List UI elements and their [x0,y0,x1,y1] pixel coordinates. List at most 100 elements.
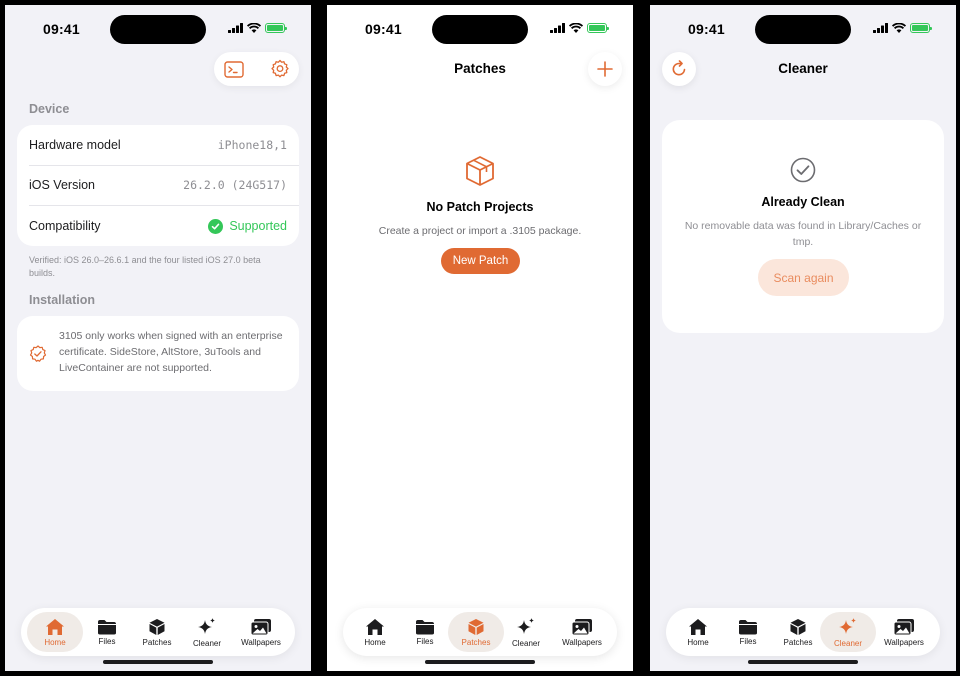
tab-label: Patches [461,637,491,647]
cleaner-status-card: Already Clean No removable data was foun… [662,120,944,333]
house-icon [366,618,384,635]
house-icon [46,618,64,635]
battery-icon [910,23,932,33]
wifi-icon [247,23,261,33]
tab-label: Files [739,636,757,646]
home-indicator [748,660,858,664]
device-card: Hardware model iPhone18,1 iOS Version 26… [17,125,299,246]
tab-files[interactable]: Files [79,612,135,652]
status-time: 09:41 [688,21,725,37]
tab-wallpapers[interactable]: Wallpapers [876,612,932,652]
tab-label: Wallpapers [884,637,924,647]
home-screen: 09:41 Device Hardware model iPhone18,1 i… [5,5,311,671]
check-circle-icon [790,157,816,183]
page-title: Cleaner [778,61,828,76]
empty-state-subtitle: Create a project or import a .3105 packa… [378,225,582,237]
row-label: Compatibility [29,219,101,233]
tab-patches[interactable]: Patches [770,612,826,652]
tab-label: Cleaner [511,638,540,648]
tab-label: Cleaner [833,638,862,648]
photos-icon [250,618,271,635]
status-text: No removable data was found in Library/C… [684,220,922,248]
status-time: 09:41 [365,21,402,37]
folder-icon [98,619,116,634]
tab-label: Patches [783,637,813,647]
tab-files[interactable]: Files [720,612,776,652]
battery-icon [265,23,287,33]
tab-cleaner[interactable]: Cleaner [179,612,235,652]
new-patch-button[interactable]: New Patch [441,248,520,274]
settings-button[interactable] [269,58,291,80]
verified-note: Verified: iOS 26.0–26.6.1 and the four l… [29,255,261,278]
home-toolbar [214,52,299,86]
status-title: Already Clean [761,195,845,209]
tab-label: Files [98,636,116,646]
box-icon [468,618,484,635]
terminal-button[interactable] [223,58,245,80]
photos-icon [893,618,914,635]
cleaner-screen: 09:41 Cleaner Already Clean No removable… [650,5,956,671]
status-icons [873,23,932,33]
plus-icon [597,61,613,77]
wifi-icon [892,23,906,33]
status-badge: Supported [208,218,287,234]
sparkles-icon [517,617,534,634]
scan-again-button[interactable]: Scan again [758,259,849,296]
empty-state-title: No Patch Projects [426,200,534,214]
sparkles-icon [198,617,215,634]
dynamic-island [432,15,528,44]
tab-files[interactable]: Files [397,612,453,652]
tab-bar: Home Files Patches Cleaner Wallpapers [666,608,940,656]
tab-patches[interactable]: Patches [129,612,185,652]
tab-home[interactable]: Home [670,612,726,652]
status-bar: 09:41 [5,5,311,51]
tab-home[interactable]: Home [347,612,403,652]
installation-section-title: Installation [29,293,95,307]
row-label: Hardware model [29,138,121,152]
tab-cleaner[interactable]: Cleaner [820,612,876,652]
patches-screen: 09:41 Patches No Patch Projects Create a… [327,5,633,671]
ios-version-row: iOS Version 26.2.0 (24G517) [29,165,287,205]
compatibility-value: Supported [229,219,287,233]
installation-text: 3105 only works when signed with an ente… [59,330,283,374]
cellular-icon [228,23,243,33]
folder-icon [739,619,757,634]
checkmark-icon [208,218,224,234]
tab-label: Home [687,637,709,647]
status-icons [228,23,287,33]
box-icon [790,618,806,635]
add-patch-button[interactable] [588,52,622,86]
tab-wallpapers[interactable]: Wallpapers [554,612,610,652]
row-value: iPhone18,1 [217,138,287,152]
gear-icon [271,59,289,78]
tab-patches[interactable]: Patches [448,612,504,652]
row-value: 26.2.0 (24G517) [183,178,287,192]
row-label: iOS Version [29,178,96,192]
device-section-title: Device [29,102,70,116]
dynamic-island [110,15,206,44]
status-time: 09:41 [43,21,80,37]
dynamic-island [755,15,851,44]
hardware-model-row: Hardware model iPhone18,1 [29,125,287,165]
tab-label: Patches [142,637,172,647]
status-bar: 09:41 [650,5,956,51]
tab-bar: Home Files Patches Cleaner Wallpapers [343,608,617,656]
battery-icon [587,23,609,33]
tab-cleaner[interactable]: Cleaner [498,612,554,652]
cellular-icon [550,23,565,33]
home-indicator [103,660,213,664]
sparkles-icon [839,617,856,634]
status-icons [550,23,609,33]
tab-label: Files [416,636,434,646]
cellular-icon [873,23,888,33]
tab-home[interactable]: Home [27,612,83,652]
box-outline-icon [466,156,494,186]
tab-label: Wallpapers [241,637,281,647]
house-icon [689,618,707,635]
tab-bar: Home Files Patches Cleaner Wallpapers [21,608,295,656]
tab-label: Home [364,637,386,647]
home-indicator [425,660,535,664]
tab-label: Home [44,637,66,647]
terminal-icon [224,60,244,78]
tab-wallpapers[interactable]: Wallpapers [233,612,289,652]
